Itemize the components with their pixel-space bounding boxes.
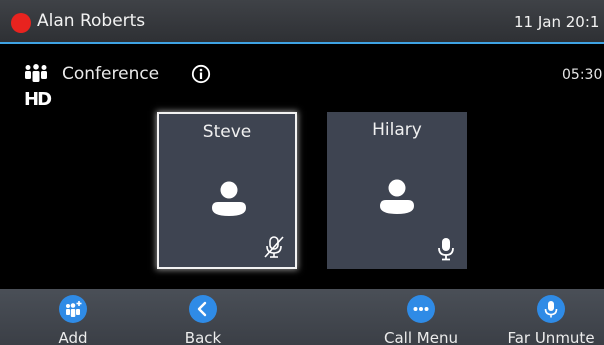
chevron-left-icon — [189, 295, 217, 323]
more-dots-icon — [407, 295, 435, 323]
add-button[interactable]: Add — [18, 289, 128, 345]
far-unmute-label: Far Unmute — [507, 329, 595, 345]
call-menu-button[interactable]: Call Menu — [366, 289, 476, 345]
mic-muted-icon — [264, 236, 284, 258]
date-time: 11 Jan 20:1 — [514, 13, 600, 31]
presence-status-icon — [11, 13, 31, 33]
avatar-icon — [212, 181, 246, 216]
call-title: Conference — [62, 64, 160, 84]
participant-name: Hilary — [372, 120, 422, 140]
add-participant-icon — [59, 295, 87, 323]
conference-icon — [25, 64, 47, 82]
participant-name: Steve — [202, 122, 252, 142]
user-name: Alan Roberts — [37, 11, 146, 31]
status-bar: Alan Roberts 11 Jan 20:1 — [0, 0, 604, 44]
mic-icon — [537, 295, 565, 323]
far-unmute-button[interactable]: Far Unmute — [496, 289, 604, 345]
participant-tile-steve[interactable]: Steve — [157, 112, 297, 269]
back-button[interactable]: Back — [148, 289, 258, 345]
call-menu-label: Call Menu — [384, 329, 458, 345]
mic-icon — [438, 238, 454, 261]
add-label: Add — [58, 329, 88, 345]
back-label: Back — [184, 329, 222, 345]
softkey-bar: Add Back Call Menu Far Unmute — [0, 289, 604, 345]
avatar-icon — [380, 179, 414, 214]
call-duration: 05:30 — [562, 67, 603, 83]
participant-tile-hilary[interactable]: Hilary — [327, 112, 467, 269]
info-icon[interactable] — [191, 64, 211, 84]
hd-icon: HD — [24, 89, 52, 110]
